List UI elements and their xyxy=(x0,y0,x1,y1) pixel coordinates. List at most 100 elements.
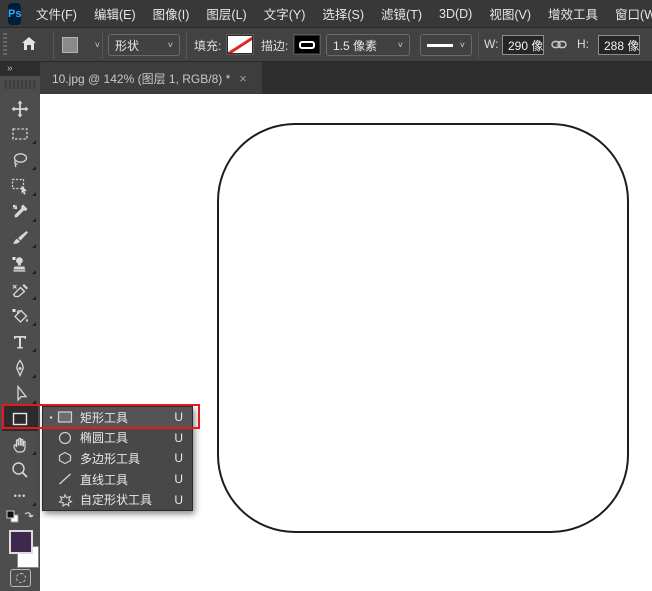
pen-icon xyxy=(10,358,30,378)
rectangular-marquee-tool-button[interactable] xyxy=(2,121,38,146)
document-tab[interactable]: 10.jpg @ 142% (图层 1, RGB/8) * × xyxy=(40,62,262,94)
eraser-tool-button[interactable] xyxy=(2,277,38,302)
shape-mode-select[interactable]: 形状 ˅ xyxy=(108,34,180,56)
shape-width-input[interactable]: 290 像 xyxy=(502,35,544,55)
lasso-icon xyxy=(10,150,30,170)
rounded-rectangle-shape[interactable] xyxy=(217,123,629,533)
height-label: H: xyxy=(577,37,589,51)
flyout-corner-icon xyxy=(32,270,36,274)
menu-edit[interactable]: 编辑(E) xyxy=(85,0,144,28)
paint-bucket-icon xyxy=(10,306,30,326)
move-tool-button[interactable] xyxy=(2,96,38,121)
quick-mask-icon xyxy=(16,573,26,583)
flyout-corner-icon xyxy=(32,322,36,326)
line-tool-icon xyxy=(55,472,75,486)
hand-tool-button[interactable] xyxy=(2,432,38,457)
flyout-corner-icon xyxy=(32,348,36,352)
stroke-preview-icon xyxy=(299,41,315,49)
flyout-item-label: 椭圆工具 xyxy=(80,429,128,446)
document-tab-title: 10.jpg @ 142% (图层 1, RGB/8) * xyxy=(52,70,230,87)
flyout-item-custom-shape-tool[interactable]: 自定形状工具 U xyxy=(43,489,192,510)
brush-tool-button[interactable] xyxy=(2,225,38,250)
close-tab-icon[interactable]: × xyxy=(239,71,247,86)
tool-preset-dropdown[interactable]: ˅ xyxy=(62,35,100,55)
foreground-color-swatch[interactable] xyxy=(9,530,33,554)
eyedropper-icon xyxy=(10,202,30,222)
tools-panel: ••• xyxy=(0,76,40,591)
zoom-icon xyxy=(10,460,30,480)
menu-3d[interactable]: 3D(D) xyxy=(431,0,481,28)
current-tool-bullet: ▪ xyxy=(47,413,55,422)
flyout-item-ellipse-tool[interactable]: 椭圆工具 U xyxy=(43,428,192,449)
solid-line-icon xyxy=(427,44,453,47)
object-selection-tool-button[interactable] xyxy=(2,173,38,198)
flyout-item-rectangle-tool[interactable]: ▪ 矩形工具 U xyxy=(43,407,192,428)
flyout-corner-icon xyxy=(32,166,36,170)
stroke-width-select[interactable]: 1.5 像素 ˅ xyxy=(326,34,410,56)
flyout-corner-icon xyxy=(32,374,36,378)
swap-colors-icon xyxy=(25,513,33,517)
clone-stamp-tool-button[interactable] xyxy=(2,251,38,276)
stroke-label: 描边: xyxy=(261,37,288,54)
tool-options-bar: ˅ 形状 ˅ 填充: 描边: 1.5 像素 ˅ ˅ W: 290 像 xyxy=(0,28,652,62)
menu-file[interactable]: 文件(F) xyxy=(27,0,85,28)
lasso-tool-button[interactable] xyxy=(2,147,38,172)
menu-filter[interactable]: 滤镜(T) xyxy=(373,0,431,28)
home-icon[interactable] xyxy=(20,35,38,58)
flyout-corner-icon xyxy=(32,244,36,248)
ellipsis-icon: ••• xyxy=(14,491,26,501)
eraser-icon xyxy=(10,280,30,300)
edit-toolbar-button[interactable]: ••• xyxy=(2,483,38,508)
menu-bar: Ps 文件(F) 编辑(E) 图像(I) 图层(L) 文字(Y) 选择(S) 滤… xyxy=(0,0,652,28)
menu-layer[interactable]: 图层(L) xyxy=(198,0,255,28)
type-icon xyxy=(10,332,30,352)
paint-bucket-tool-button[interactable] xyxy=(2,303,38,328)
ellipse-tool-icon xyxy=(55,431,75,445)
options-separator xyxy=(478,31,479,59)
photoshop-logo-icon: Ps xyxy=(8,3,21,25)
fill-color-swatch[interactable] xyxy=(227,35,253,54)
flyout-item-shortcut: U xyxy=(174,493,183,507)
menu-image[interactable]: 图像(I) xyxy=(144,0,198,28)
menu-window[interactable]: 窗口(W) xyxy=(607,0,652,28)
flyout-item-label: 多边形工具 xyxy=(80,450,140,467)
document-tab-bar: 10.jpg @ 142% (图层 1, RGB/8) * × xyxy=(40,62,652,94)
chevron-down-icon: ˅ xyxy=(392,40,403,50)
flyout-item-shortcut: U xyxy=(174,451,183,465)
zoom-tool-button[interactable] xyxy=(2,457,38,482)
rectangle-icon xyxy=(10,409,30,429)
type-tool-button[interactable] xyxy=(2,329,38,354)
toolbar-collapse-button[interactable]: » xyxy=(0,62,40,76)
width-label: W: xyxy=(484,37,498,51)
menu-select[interactable]: 选择(S) xyxy=(314,0,373,28)
flyout-corner-icon xyxy=(32,451,36,455)
default-and-swap-colors[interactable] xyxy=(2,508,38,528)
document-canvas[interactable] xyxy=(40,94,652,591)
pen-tool-button[interactable] xyxy=(2,355,38,380)
move-icon xyxy=(10,99,30,119)
shape-height-input[interactable]: 288 像 xyxy=(598,35,640,55)
photoshop-window: Ps 文件(F) 编辑(E) 图像(I) 图层(L) 文字(Y) 选择(S) 滤… xyxy=(0,0,652,591)
eyedropper-tool-button[interactable] xyxy=(2,199,38,224)
quick-mask-mode-button[interactable] xyxy=(10,569,31,587)
path-selection-icon xyxy=(10,384,30,404)
flyout-item-shortcut: U xyxy=(174,431,183,445)
stroke-style-select[interactable]: ˅ xyxy=(420,34,472,56)
clone-stamp-icon xyxy=(10,254,30,274)
menu-view[interactable]: 视图(V) xyxy=(481,0,540,28)
flyout-item-line-tool[interactable]: 直线工具 U xyxy=(43,469,192,490)
shape-mode-value: 形状 xyxy=(115,37,139,54)
menu-plugins[interactable]: 增效工具 xyxy=(540,0,607,28)
path-selection-tool-button[interactable] xyxy=(2,381,38,406)
flyout-item-shortcut: U xyxy=(174,410,183,424)
link-dimensions-icon[interactable] xyxy=(551,38,567,56)
flyout-item-polygon-tool[interactable]: 多边形工具 U xyxy=(43,448,192,469)
menu-type[interactable]: 文字(Y) xyxy=(255,0,314,28)
fill-label: 填充: xyxy=(194,37,221,54)
options-bar-grip[interactable] xyxy=(3,33,7,57)
stroke-color-swatch[interactable] xyxy=(294,35,320,54)
toolbar-grip[interactable] xyxy=(4,80,36,89)
flyout-item-label: 直线工具 xyxy=(80,471,128,488)
custom-shape-tool-icon xyxy=(55,493,75,507)
rectangle-tool-button[interactable] xyxy=(2,406,38,431)
